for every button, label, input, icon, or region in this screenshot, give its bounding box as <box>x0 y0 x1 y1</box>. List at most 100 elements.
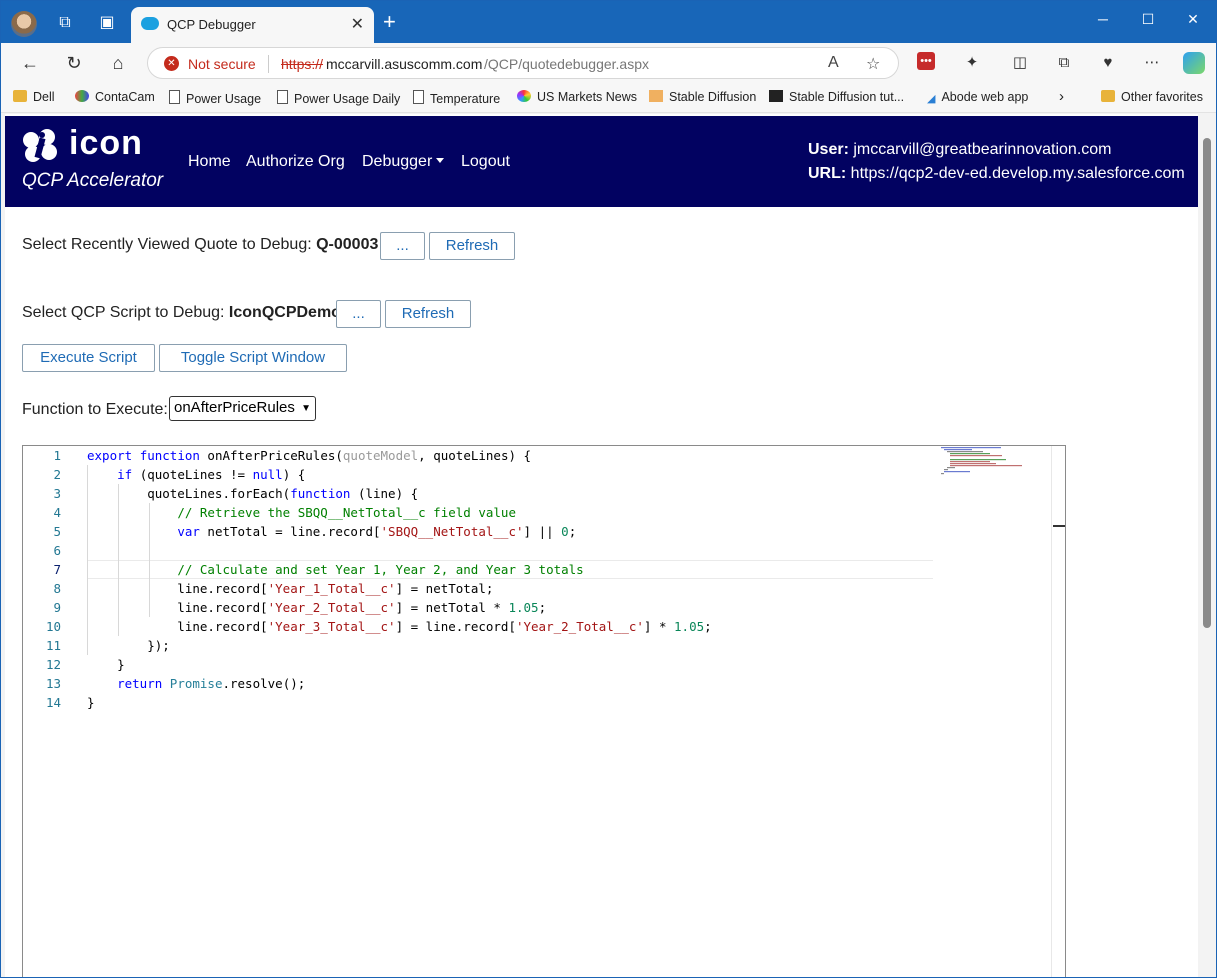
line-number: 11 <box>45 638 61 653</box>
quote-refresh-button[interactable]: Refresh <box>429 232 515 260</box>
favorites-bar: Dell ContaCam Power Usage Power Usage Da… <box>1 83 1216 113</box>
tab-title: QCP Debugger <box>167 17 256 32</box>
line-number: 10 <box>45 619 61 634</box>
password-manager-icon[interactable]: ••• <box>917 52 935 70</box>
icon-logo-mark <box>23 129 57 162</box>
read-aloud-icon[interactable]: A <box>828 54 839 72</box>
page-content: icon QCP Accelerator Home Authorize Org … <box>5 114 1198 977</box>
favorite-item[interactable]: Temperature <box>413 90 500 106</box>
execute-script-button[interactable]: Execute Script <box>22 344 155 372</box>
tab-qcp-debugger[interactable]: QCP Debugger ✕ <box>131 7 374 43</box>
back-arrow-icon[interactable]: ← <box>17 51 43 75</box>
other-favorites[interactable]: Other favorites <box>1101 90 1203 104</box>
code-editor[interactable]: 1 2 3 4 5 6 7 8 9 10 11 12 13 14 export … <box>22 445 1066 977</box>
line-number: 13 <box>45 676 61 691</box>
favorite-item[interactable]: Dell <box>13 90 55 104</box>
more-menu-icon[interactable]: ⋯ <box>1141 52 1163 74</box>
favorite-item[interactable]: Power Usage Daily <box>277 90 400 106</box>
nav-home[interactable]: Home <box>188 153 231 171</box>
line-number: 9 <box>53 600 61 615</box>
divider <box>268 55 269 73</box>
page-scrollbar[interactable] <box>1198 114 1216 977</box>
line-number: 4 <box>53 505 61 520</box>
code-line: export function onAfterPriceRules(quoteM… <box>87 448 532 463</box>
code-line: line.record['Year_2_Total__c'] = netTota… <box>87 600 547 615</box>
favorite-item[interactable]: ◢ Abode web app <box>927 90 1028 105</box>
line-number: 6 <box>53 543 61 558</box>
favorite-item[interactable]: Stable Diffusion tut... <box>769 90 904 104</box>
line-number: 3 <box>53 486 61 501</box>
cursor-position-marker <box>1053 525 1065 527</box>
window-close-icon[interactable]: ✕ <box>1178 11 1208 28</box>
folder-icon <box>1101 90 1115 102</box>
favorite-item[interactable]: US Markets News <box>517 90 637 104</box>
address-bar[interactable]: ✕ Not secure https:// mccarvill.asuscomm… <box>147 47 899 79</box>
collections-icon[interactable]: ⧉ <box>1053 52 1075 74</box>
close-icon[interactable]: ✕ <box>351 14 364 34</box>
copilot-icon[interactable] <box>1183 52 1205 74</box>
tab-actions-icon[interactable]: ▣ <box>95 11 119 35</box>
line-number-gutter: 1 2 3 4 5 6 7 8 9 10 11 12 13 14 <box>23 446 83 977</box>
script-browse-button[interactable]: ... <box>336 300 381 328</box>
code-line: var netTotal = line.record['SBQQ__NetTot… <box>177 524 577 539</box>
toggle-script-window-button[interactable]: Toggle Script Window <box>159 344 347 372</box>
site-icon <box>769 90 783 102</box>
not-secure-icon: ✕ <box>164 56 179 71</box>
profile-avatar[interactable] <box>11 11 37 37</box>
contacam-icon <box>75 90 89 102</box>
line-number-current: 7 <box>53 562 61 577</box>
tab-bar: ⧉ ▣ QCP Debugger ✕ + ─ ☐ ✕ <box>1 1 1216 43</box>
chevron-right-icon[interactable]: › <box>1059 88 1064 105</box>
code-line: // Calculate and set Year 1, Year 2, and… <box>177 562 584 577</box>
nav-authorize-org[interactable]: Authorize Org <box>246 153 345 171</box>
not-secure-label[interactable]: Not secure <box>188 56 256 72</box>
favorite-star-icon[interactable]: ☆ <box>866 54 880 74</box>
stable-diffusion-icon <box>649 90 663 102</box>
code-line: // Retrieve the SBQQ__NetTotal__c field … <box>177 505 516 520</box>
nav-logout[interactable]: Logout <box>461 153 510 171</box>
function-select[interactable]: onAfterPriceRules ▼ <box>169 396 316 421</box>
code-line: if (quoteLines != null) { <box>117 467 306 482</box>
abode-icon: ◢ <box>927 93 936 105</box>
quote-selector-label: Select Recently Viewed Quote to Debug: Q… <box>22 236 379 253</box>
nav-debugger[interactable]: Debugger <box>362 153 445 171</box>
home-icon[interactable]: ⌂ <box>105 51 131 75</box>
app-header: icon QCP Accelerator Home Authorize Org … <box>5 116 1198 207</box>
workspaces-icon[interactable]: ⧉ <box>53 11 77 35</box>
maximize-icon[interactable]: ☐ <box>1133 11 1163 28</box>
code-line: line.record['Year_1_Total__c'] = netTota… <box>87 581 494 596</box>
browser-toolbar: ← ↻ ⌂ ✕ Not secure https:// mccarvill.as… <box>1 43 1216 83</box>
refresh-icon[interactable]: ↻ <box>61 51 87 75</box>
extensions-puzzle-icon[interactable]: ✦ <box>961 52 983 74</box>
quote-browse-button[interactable]: ... <box>380 232 425 260</box>
line-number: 5 <box>53 524 61 539</box>
line-number: 8 <box>53 581 61 596</box>
favorite-item[interactable]: Power Usage <box>169 90 261 106</box>
new-tab-plus-icon[interactable]: + <box>383 11 396 33</box>
script-selector-label: Select QCP Script to Debug: IconQCPDemo <box>22 304 341 321</box>
minimize-icon[interactable]: ─ <box>1088 11 1118 27</box>
line-number: 1 <box>53 448 61 463</box>
script-refresh-button[interactable]: Refresh <box>385 300 471 328</box>
page-icon <box>169 90 180 104</box>
code-line: } <box>87 695 95 710</box>
code-line: line.record['Year_3_Total__c'] = line.re… <box>87 619 712 634</box>
page-scrollbar-thumb[interactable] <box>1203 138 1211 628</box>
line-number: 12 <box>45 657 61 672</box>
line-number: 2 <box>53 467 61 482</box>
logo-subtitle: QCP Accelerator <box>22 170 164 191</box>
selected-quote: Q-00003 <box>316 236 379 253</box>
code-line: return Promise.resolve(); <box>117 676 306 691</box>
folder-icon <box>13 90 27 102</box>
function-label: Function to Execute: <box>22 401 168 418</box>
logo-wordmark: icon <box>69 124 143 162</box>
favorite-item[interactable]: ContaCam <box>75 90 155 104</box>
browser-essentials-icon[interactable]: ♥ <box>1097 52 1119 74</box>
split-screen-icon[interactable]: ◫ <box>1009 52 1031 74</box>
page-icon <box>413 90 424 104</box>
code-minimap[interactable] <box>939 446 1029 486</box>
user-info: User: jmccarvill@greatbearinnovation.com <box>808 141 1112 158</box>
code-line: }); <box>87 638 170 653</box>
favorite-item[interactable]: Stable Diffusion <box>649 90 756 104</box>
nbc-peacock-icon <box>517 90 531 102</box>
